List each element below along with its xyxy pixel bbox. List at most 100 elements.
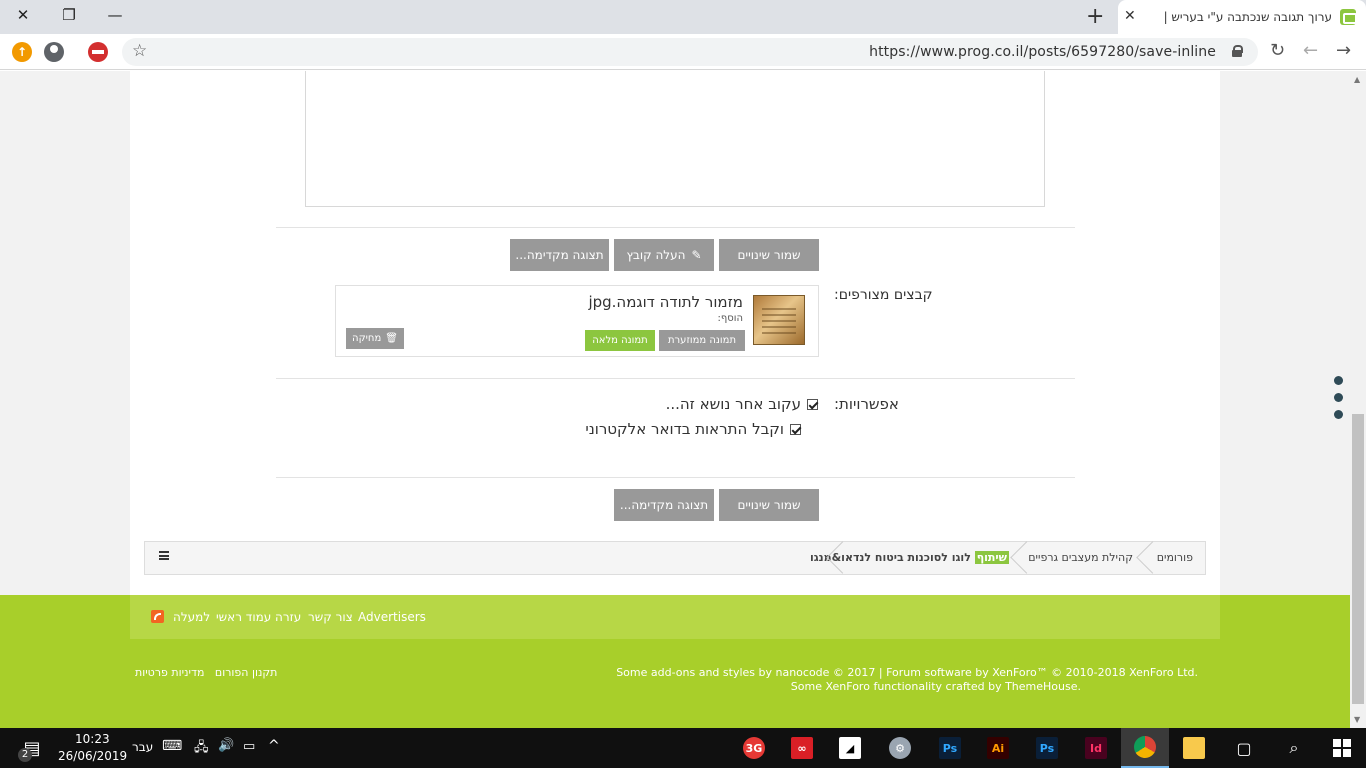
forward-icon[interactable]: → bbox=[1336, 40, 1351, 61]
hamburger-menu-icon[interactable] bbox=[159, 551, 169, 560]
footer-link-advertisers[interactable]: Advertisers bbox=[358, 610, 426, 624]
footer-legal-links: תקנון הפורום מדיניות פרטיות bbox=[135, 666, 277, 679]
scrollbar-thumb[interactable] bbox=[1352, 414, 1364, 704]
preview-button[interactable]: תצוגה מקדימה... bbox=[510, 239, 609, 271]
address-bar[interactable]: ☆ https://www.prog.co.il/posts/6597280/s… bbox=[122, 38, 1258, 66]
side-dot-icon[interactable] bbox=[1334, 393, 1343, 402]
lock-icon[interactable] bbox=[1232, 45, 1243, 57]
privacy-policy-link[interactable]: מדיניות פרטיות bbox=[135, 666, 204, 679]
indesign-icon[interactable]: Id bbox=[1072, 728, 1120, 768]
attachment-item: מזמור לתודה דוגמה.jpg הוסף: תמונה ממוזער… bbox=[335, 285, 819, 357]
side-dot-icon[interactable] bbox=[1334, 410, 1343, 419]
adblock-icon[interactable] bbox=[88, 42, 108, 62]
window-restore-icon[interactable]: ❐ bbox=[46, 0, 92, 30]
notification-count-badge: 2 bbox=[18, 748, 32, 762]
network-icon[interactable]: 🖧 bbox=[194, 738, 209, 760]
save-changes-bottom-label: שמור שינויים bbox=[737, 498, 801, 512]
trash-icon: 🗑 bbox=[385, 333, 398, 344]
options-label: אפשרויות: bbox=[834, 395, 899, 413]
tab-title: ערוך תגובה שנכתבה ע"י בעריש | bbox=[1163, 10, 1332, 24]
watch-thread-label[interactable]: עקוב אחר נושא זה... bbox=[666, 395, 801, 413]
creative-cloud-icon[interactable]: ∞ bbox=[778, 728, 826, 768]
delete-attachment-button[interactable]: 🗑 מחיקה bbox=[346, 328, 404, 349]
upload-file-label: העלה קובץ bbox=[626, 248, 686, 262]
file-explorer-icon[interactable] bbox=[1170, 728, 1218, 768]
3g-app-icon[interactable]: 3G bbox=[730, 728, 778, 768]
divider bbox=[276, 477, 1075, 478]
volume-icon[interactable]: 🔊 bbox=[218, 738, 234, 753]
footer-link-top[interactable]: למעלה bbox=[173, 610, 210, 624]
profile-icon[interactable] bbox=[44, 42, 64, 62]
email-notify-option[interactable]: וקבל התראות בדואר אלקטרוני bbox=[585, 420, 801, 438]
email-notify-label[interactable]: וקבל התראות בדואר אלקטרוני bbox=[585, 420, 784, 438]
sticky-app-icon[interactable]: ◢ bbox=[826, 728, 874, 768]
divider bbox=[276, 378, 1075, 379]
preview-bottom-label: תצוגה מקדימה... bbox=[619, 498, 709, 512]
update-extension-icon[interactable]: ↑ bbox=[12, 42, 32, 62]
attachment-thumbnail[interactable] bbox=[753, 295, 805, 345]
side-dot-icon[interactable] bbox=[1334, 376, 1343, 385]
breadcrumb-separator bbox=[1013, 542, 1027, 574]
attachments-label: קבצים מצורפים: bbox=[834, 287, 933, 303]
page-scrollbar[interactable]: ▲ ▼ bbox=[1350, 71, 1366, 728]
preview-label: תצוגה מקדימה... bbox=[515, 248, 604, 262]
save-changes-button[interactable]: שמור שינויים bbox=[719, 239, 819, 271]
chrome-icon[interactable] bbox=[1121, 728, 1169, 768]
watch-thread-checkbox[interactable] bbox=[807, 398, 818, 410]
windows-taskbar: ▤ 2 10:23 26/06/2019 עבר ⌨ 🖧 🔊 ▭ ^ 3G ∞ … bbox=[0, 728, 1366, 768]
save-changes-bottom-button[interactable]: שמור שינויים bbox=[719, 489, 819, 521]
preview-bottom-button[interactable]: תצוגה מקדימה... bbox=[614, 489, 714, 521]
site-footer: למעלה עמוד ראשי עזרה צור קשר Advertisers… bbox=[0, 595, 1350, 728]
back-icon[interactable]: ← bbox=[1303, 40, 1318, 61]
photoshop-icon[interactable]: Ps bbox=[926, 728, 974, 768]
task-view-icon[interactable]: ▢ bbox=[1220, 728, 1268, 768]
divider bbox=[276, 227, 1075, 228]
upload-file-button[interactable]: ✎ העלה קובץ bbox=[614, 239, 714, 271]
notifications-icon[interactable]: ▤ bbox=[8, 728, 56, 768]
message-editor[interactable] bbox=[305, 71, 1045, 207]
footer-nav: למעלה עמוד ראשי עזרה צור קשר Advertisers bbox=[130, 595, 1220, 639]
paperclip-icon: ✎ bbox=[691, 248, 702, 262]
breadcrumb: פורומים קהילת מעצבים גרפיים שיתוף לוגו ל… bbox=[144, 541, 1206, 575]
attachment-filename[interactable]: מזמור לתודה דוגמה.jpg bbox=[588, 293, 743, 311]
tab-close-icon[interactable]: ✕ bbox=[1124, 8, 1136, 24]
breadcrumb-separator bbox=[829, 542, 843, 574]
scroll-down-icon[interactable]: ▼ bbox=[1354, 715, 1360, 724]
delete-label: מחיקה bbox=[352, 333, 382, 344]
new-tab-icon[interactable]: + bbox=[1086, 4, 1104, 29]
battery-icon[interactable]: ▭ bbox=[243, 739, 255, 754]
browser-toolbar: ↑ ☆ https://www.prog.co.il/posts/6597280… bbox=[0, 34, 1366, 70]
breadcrumb-graphic-designers[interactable]: קהילת מעצבים גרפיים bbox=[1028, 551, 1133, 564]
thread-prefix-badge: שיתוף bbox=[974, 551, 1009, 564]
window-close-icon[interactable]: ✕ bbox=[0, 0, 46, 30]
photoshop-alt-icon[interactable]: Ps bbox=[1023, 728, 1071, 768]
keyboard-icon[interactable]: ⌨ bbox=[162, 738, 182, 754]
scroll-up-icon[interactable]: ▲ bbox=[1354, 75, 1360, 84]
browser-tab[interactable]: ערוך תגובה שנכתבה ע"י בעריש | ✕ bbox=[1118, 0, 1366, 34]
forum-rules-link[interactable]: תקנון הפורום bbox=[215, 666, 278, 679]
utility-app-icon[interactable]: ⚙ bbox=[876, 728, 924, 768]
footer-link-help[interactable]: עזרה bbox=[275, 610, 301, 624]
footer-link-contact[interactable]: צור קשר bbox=[308, 610, 353, 624]
url-text[interactable]: https://www.prog.co.il/posts/6597280/sav… bbox=[869, 44, 1216, 60]
bookmark-star-icon[interactable]: ☆ bbox=[132, 41, 147, 61]
window-minimize-icon[interactable]: — bbox=[92, 0, 138, 30]
insert-thumbnail-button[interactable]: תמונה ממוזערת bbox=[659, 330, 745, 351]
insert-thumbnail-label: תמונה ממוזערת bbox=[667, 335, 737, 346]
clock-date[interactable]: 26/06/2019 bbox=[58, 749, 127, 763]
show-hidden-icons-icon[interactable]: ^ bbox=[268, 738, 280, 754]
clock-time[interactable]: 10:23 bbox=[75, 732, 110, 746]
rss-icon[interactable] bbox=[151, 610, 164, 623]
copyright-line-2: Some XenForo functionality crafted by Th… bbox=[790, 680, 1081, 693]
watch-thread-option[interactable]: עקוב אחר נושא זה... bbox=[666, 395, 818, 413]
windows-start-icon[interactable] bbox=[1318, 728, 1366, 768]
reload-icon[interactable]: ↻ bbox=[1270, 40, 1285, 61]
copyright-line-1: Some add-ons and styles by nanocode © 20… bbox=[616, 666, 1198, 679]
illustrator-icon[interactable]: Ai bbox=[974, 728, 1022, 768]
breadcrumb-separator bbox=[1139, 542, 1153, 574]
footer-link-home[interactable]: עמוד ראשי bbox=[216, 610, 271, 624]
insert-full-image-button[interactable]: תמונה מלאה bbox=[585, 330, 655, 351]
search-icon[interactable]: ⌕ bbox=[1270, 728, 1318, 768]
email-notify-checkbox[interactable] bbox=[790, 423, 801, 435]
language-indicator[interactable]: עבר bbox=[132, 740, 153, 754]
